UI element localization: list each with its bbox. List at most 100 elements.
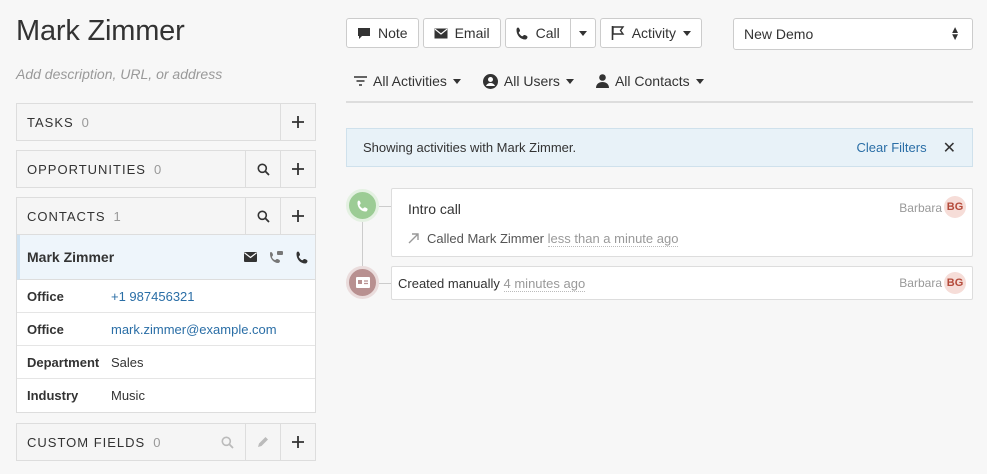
contacts-label: CONTACTS <box>27 208 106 224</box>
email-button[interactable]: Email <box>422 18 501 48</box>
opportunities-label: OPPORTUNITIES <box>27 161 146 177</box>
comment-icon <box>358 27 370 39</box>
opportunities-header[interactable]: OPPORTUNITIES 0 <box>17 162 245 177</box>
activity-toolbar: Note Email Call Activity <box>346 18 703 48</box>
add-opportunity-button[interactable] <box>280 151 315 187</box>
created-activity-dot <box>346 266 379 299</box>
contact-name[interactable]: Mark Zimmer <box>16 15 185 48</box>
opportunities-panel: OPPORTUNITIES 0 <box>16 150 316 188</box>
timeline-connector <box>379 206 391 207</box>
contact-filter[interactable]: All Contacts <box>595 70 704 92</box>
search-custom-fields-button[interactable] <box>210 424 245 460</box>
close-icon[interactable]: ✕ <box>943 138 956 158</box>
add-contact-button[interactable] <box>280 198 315 234</box>
industry-value: Music <box>111 388 145 403</box>
custom-fields-label: CUSTOM FIELDS <box>27 434 146 450</box>
call-button[interactable]: Call <box>504 18 571 48</box>
sms-phone-icon[interactable] <box>263 250 289 264</box>
activity-time: less than a minute ago <box>547 231 679 247</box>
contact-field-row: Department Sales <box>17 346 315 379</box>
activity-label: Activity <box>631 25 677 41</box>
person-icon <box>595 74 609 88</box>
field-label: Office <box>27 288 64 304</box>
phone-icon[interactable] <box>289 251 315 264</box>
field-label: Office <box>27 321 64 337</box>
caret-down-icon <box>683 30 692 36</box>
tasks-count: 0 <box>81 114 89 130</box>
plus-icon <box>292 436 304 448</box>
contacts-header[interactable]: CONTACTS 1 <box>17 209 245 224</box>
created-activity-text: Created manually 4 minutes ago <box>398 276 586 292</box>
tasks-panel: TASKS 0 <box>16 103 316 141</box>
tasks-label: TASKS <box>27 114 74 130</box>
department-value: Sales <box>111 354 144 370</box>
contact-field-row: Office +1 987456321 <box>17 280 315 313</box>
pipeline-select-value: New Demo <box>744 26 814 42</box>
contact-card-header[interactable]: Mark Zimmer <box>17 235 315 280</box>
contact-card-name[interactable]: Mark Zimmer <box>27 249 237 265</box>
pipeline-select[interactable]: New Demo ▲ ▼ <box>733 18 973 50</box>
contact-field-row: Industry Music <box>17 379 315 412</box>
email-link[interactable]: mark.zimmer@example.com <box>111 322 277 337</box>
field-label: Industry <box>27 388 79 403</box>
activity-detail-text: Called Mark Zimmer <box>427 231 545 246</box>
filter-banner: Showing activities with Mark Zimmer. Cle… <box>346 128 973 167</box>
user-filter[interactable]: All Users <box>482 70 574 92</box>
activity-button[interactable]: Activity <box>599 18 703 48</box>
activity-type-filter[interactable]: All Activities <box>354 70 461 92</box>
call-options-dropdown[interactable] <box>570 18 596 48</box>
filter-lines-icon <box>354 76 367 86</box>
caret-down-icon <box>565 78 574 84</box>
search-icon <box>257 163 270 176</box>
add-custom-field-button[interactable] <box>280 424 315 460</box>
phone-icon <box>356 199 368 212</box>
filter-banner-text: Showing activities with Mark Zimmer. <box>363 140 577 155</box>
custom-fields-count: 0 <box>153 434 161 450</box>
add-task-button[interactable] <box>280 104 315 140</box>
activity-time: 4 minutes ago <box>503 276 586 292</box>
edit-custom-fields-button[interactable] <box>245 424 280 460</box>
contact-card: Mark Zimmer Office +1 987456321 Office m… <box>17 234 315 412</box>
flag-icon <box>611 26 625 40</box>
activity-type-filter-label: All Activities <box>373 73 447 89</box>
activity-title[interactable]: Intro call <box>408 201 461 217</box>
caret-down-icon <box>578 30 587 36</box>
contact-filter-label: All Contacts <box>614 73 690 89</box>
call-button-group: Call <box>504 18 596 48</box>
plus-icon <box>292 116 304 128</box>
custom-fields-header[interactable]: CUSTOM FIELDS 0 <box>17 435 210 450</box>
call-activity-card[interactable]: Intro call Barbara BG Called Mark Zimmer… <box>391 188 973 257</box>
pencil-icon <box>258 437 268 447</box>
search-contacts-button[interactable] <box>245 198 280 234</box>
envelope-icon[interactable] <box>237 252 263 262</box>
plus-icon <box>292 163 304 175</box>
phone-link[interactable]: +1 987456321 <box>111 289 195 304</box>
id-card-icon <box>355 277 370 288</box>
contacts-count: 1 <box>113 208 121 224</box>
select-arrows-icon: ▲ ▼ <box>950 25 960 43</box>
activity-filters: All Activities All Users All Contacts <box>346 70 973 103</box>
user-filter-label: All Users <box>503 73 560 89</box>
note-button[interactable]: Note <box>346 18 419 48</box>
description-field[interactable]: Add description, URL, or address <box>16 66 222 82</box>
created-activity-title: Created manually <box>398 276 500 291</box>
search-icon <box>221 436 234 449</box>
search-icon <box>257 210 270 223</box>
user-avatar: BG <box>944 272 966 294</box>
caret-down-icon <box>452 78 461 84</box>
call-activity-dot <box>346 189 379 222</box>
activity-user: Barbara <box>899 201 942 215</box>
timeline-connector <box>379 283 391 284</box>
tasks-header[interactable]: TASKS 0 <box>17 115 280 130</box>
outgoing-arrow-icon <box>408 233 419 244</box>
search-opportunities-button[interactable] <box>245 151 280 187</box>
email-label: Email <box>454 25 490 41</box>
custom-fields-panel: CUSTOM FIELDS 0 <box>16 423 316 461</box>
created-activity-card[interactable]: Created manually 4 minutes ago Barbara B… <box>391 266 973 300</box>
user-avatar: BG <box>944 196 966 218</box>
activity-detail: Called Mark Zimmer less than a minute ag… <box>408 231 679 247</box>
contacts-panel: CONTACTS 1 Mark Zimmer Office +1 98745632… <box>16 197 316 413</box>
contact-field-row: Office mark.zimmer@example.com <box>17 313 315 346</box>
opportunities-count: 0 <box>153 161 162 177</box>
clear-filters-link[interactable]: Clear Filters <box>857 140 927 155</box>
